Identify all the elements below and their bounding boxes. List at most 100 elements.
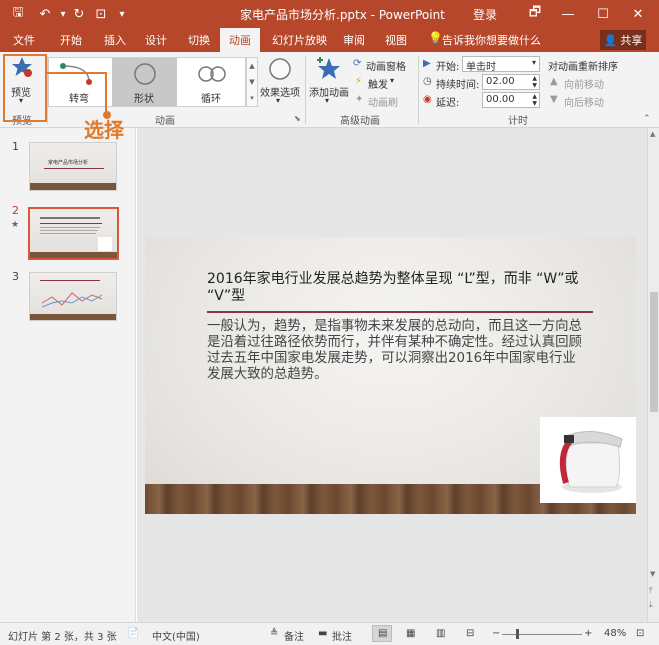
duration-value: 02.00 bbox=[486, 76, 515, 87]
tab-home[interactable]: 开始 bbox=[60, 32, 82, 48]
tab-slideshow[interactable]: 幻灯片放映 bbox=[272, 32, 327, 48]
zoom-level[interactable]: 48% bbox=[604, 628, 626, 639]
effect-options-icon bbox=[269, 58, 291, 80]
zoom-out-icon[interactable]: − bbox=[492, 628, 500, 639]
gallery-down-icon[interactable]: ▼ bbox=[249, 78, 254, 86]
gallery-up-icon[interactable]: ▲ bbox=[249, 62, 254, 70]
spinner-icon[interactable]: ▲ ▼ bbox=[532, 93, 537, 107]
maximize-icon[interactable]: ☐ bbox=[592, 3, 614, 25]
advanced-group-label: 高级动画 bbox=[340, 116, 380, 127]
scroll-down-icon[interactable]: ▼ bbox=[650, 570, 655, 578]
gallery-more-icon[interactable]: ▾ bbox=[250, 94, 254, 102]
login-link[interactable]: 登录 bbox=[473, 6, 497, 23]
fit-to-window-icon[interactable]: ⊡ bbox=[636, 628, 644, 639]
zoom-in-icon[interactable]: + bbox=[584, 628, 592, 639]
spinner-icon[interactable]: ▲ ▼ bbox=[532, 75, 537, 89]
anim-item-shape[interactable]: 形状 bbox=[112, 58, 177, 106]
gallery-scroll[interactable]: ▲ ▼ ▾ bbox=[246, 57, 258, 107]
slide-number: 1 bbox=[12, 140, 19, 153]
slide-thumbnail-3[interactable] bbox=[29, 272, 117, 321]
move-earlier-icon: ▲ bbox=[550, 76, 558, 87]
share-label: 共享 bbox=[620, 34, 643, 47]
status-bar: 幻灯片 第 2 张，共 3 张 📄 中文(中国) ≜ 备注 ▬ 批注 ▤ ▦ ▥… bbox=[0, 622, 659, 645]
slide-number: 3 bbox=[12, 270, 19, 283]
title-bar: 🖫 ↶ ▾ ↻ ⊡ ▾ 家电产品市场分析.pptx - PowerPoint 登… bbox=[0, 0, 659, 28]
animation-painter-button[interactable]: 动画刷 bbox=[368, 94, 398, 109]
scroll-up-icon[interactable]: ▲ bbox=[650, 130, 655, 138]
undo-dropdown-icon[interactable]: ▾ bbox=[57, 5, 69, 23]
tab-insert[interactable]: 插入 bbox=[104, 32, 126, 48]
slide-number: 2 bbox=[12, 204, 19, 217]
vertical-scrollbar[interactable]: ▲ ▼ ⤒ ⤓ bbox=[647, 128, 659, 622]
thumbnail-title: 家电产品市场分析 bbox=[48, 160, 89, 166]
move-later-icon: ▼ bbox=[550, 94, 558, 105]
language-status[interactable]: 中文(中国) bbox=[152, 628, 200, 643]
lightbulb-icon: 💡 bbox=[428, 31, 443, 45]
kettle-image[interactable] bbox=[540, 417, 636, 503]
person-icon: 👤 bbox=[603, 33, 618, 47]
share-button[interactable]: 👤 共享 bbox=[600, 30, 646, 50]
start-select[interactable]: 单击时 ▾ bbox=[462, 56, 540, 73]
redo-icon[interactable]: ↻ bbox=[70, 5, 88, 23]
chevron-down-icon: ▾ bbox=[531, 58, 536, 67]
next-slide-icon[interactable]: ⤓ bbox=[649, 600, 653, 610]
tab-review[interactable]: 审阅 bbox=[343, 32, 365, 48]
save-icon[interactable]: 🖫 bbox=[8, 5, 28, 23]
delay-icon: ◉ bbox=[423, 94, 432, 105]
collapse-ribbon-icon[interactable]: ⌃ bbox=[643, 114, 651, 124]
duration-input[interactable]: 02.00 ▲ ▼ bbox=[482, 74, 540, 90]
anim-item-loop[interactable]: 循环 bbox=[179, 58, 245, 106]
slideshow-view-icon[interactable]: ⊟ bbox=[466, 628, 474, 639]
minimize-icon[interactable]: — bbox=[557, 3, 579, 25]
customize-qat-icon[interactable]: ▾ bbox=[116, 5, 128, 23]
slide-thumbnail-pane: 1 家电产品市场分析 2 ★ 3 bbox=[0, 128, 136, 622]
delay-label: 延迟: bbox=[436, 98, 460, 109]
undo-icon[interactable]: ↶ bbox=[36, 5, 54, 23]
ribbon-display-icon[interactable]: 🗗 bbox=[524, 3, 546, 25]
tab-animations[interactable]: 动画 bbox=[220, 28, 260, 52]
tab-file[interactable]: 文件 bbox=[13, 32, 35, 48]
trigger-dropdown-icon[interactable]: ▾ bbox=[390, 76, 394, 85]
start-from-beginning-icon[interactable]: ⊡ bbox=[92, 5, 110, 23]
tab-transitions[interactable]: 切换 bbox=[188, 32, 210, 48]
comments-button[interactable]: 批注 bbox=[332, 628, 352, 643]
move-later-button[interactable]: 向后移动 bbox=[564, 94, 604, 109]
slide-thumbnail-2[interactable] bbox=[28, 207, 119, 260]
start-label: 开始: bbox=[436, 62, 460, 73]
dialog-launcher-icon[interactable]: ⬊ bbox=[294, 114, 301, 123]
loop-anim-icon bbox=[198, 66, 226, 82]
animation-star-icon: ★ bbox=[11, 220, 20, 230]
notes-button[interactable]: 备注 bbox=[284, 628, 304, 643]
effect-options-button[interactable]: 效果选项 ▾ bbox=[258, 54, 302, 110]
reading-view-icon[interactable]: ▥ bbox=[436, 628, 445, 639]
group-separator bbox=[305, 56, 306, 124]
animation-pane-button[interactable]: 动画窗格 bbox=[366, 58, 406, 73]
electric-kettle-icon bbox=[559, 431, 623, 493]
slide-thumbnail-1[interactable]: 家电产品市场分析 bbox=[29, 142, 117, 191]
preview-highlight-box bbox=[3, 54, 47, 122]
zoom-slider-thumb[interactable] bbox=[516, 629, 519, 639]
tab-design[interactable]: 设计 bbox=[145, 32, 167, 48]
animation-group-label: 动画 bbox=[155, 116, 175, 127]
move-earlier-button[interactable]: 向前移动 bbox=[564, 76, 604, 91]
timing-group-label: 计时 bbox=[508, 116, 528, 127]
tab-view[interactable]: 视图 bbox=[385, 32, 407, 48]
slide-body-text[interactable]: 一般认为，趋势，是指事物未来发展的总动向，而且这一方向总是沿着过往路径依势而行，… bbox=[207, 319, 587, 383]
spellcheck-icon[interactable]: 📄 bbox=[127, 628, 139, 639]
add-animation-dropdown-icon: ▾ bbox=[325, 96, 330, 105]
current-slide[interactable]: 2016年家电行业发展总趋势为整体呈现 “L”型，而非 “W”或 “V”型 一般… bbox=[145, 237, 636, 514]
slide-title[interactable]: 2016年家电行业发展总趋势为整体呈现 “L”型，而非 “W”或 “V”型 bbox=[207, 271, 607, 305]
shape-anim-icon bbox=[134, 63, 156, 85]
trigger-button[interactable]: 触发 bbox=[368, 76, 388, 91]
slide-count-status: 幻灯片 第 2 张，共 3 张 bbox=[8, 632, 117, 643]
add-animation-button[interactable]: 添加动画 ▾ bbox=[307, 54, 349, 110]
delay-input[interactable]: 00.00 ▲ ▼ bbox=[482, 92, 540, 108]
slide-sorter-icon[interactable]: ▦ bbox=[406, 628, 415, 639]
zoom-slider-track[interactable] bbox=[502, 634, 582, 635]
prev-slide-icon[interactable]: ⤒ bbox=[649, 586, 653, 596]
close-icon[interactable]: ✕ bbox=[627, 3, 649, 25]
title-underline bbox=[207, 311, 593, 313]
ribbon-tabs: 文件 开始 插入 设计 切换 动画 幻灯片放映 审阅 视图 💡 告诉我你想要做什… bbox=[0, 28, 659, 52]
tell-me-search[interactable]: 告诉我你想要做什么 bbox=[442, 32, 541, 48]
scroll-thumb[interactable] bbox=[650, 292, 658, 412]
